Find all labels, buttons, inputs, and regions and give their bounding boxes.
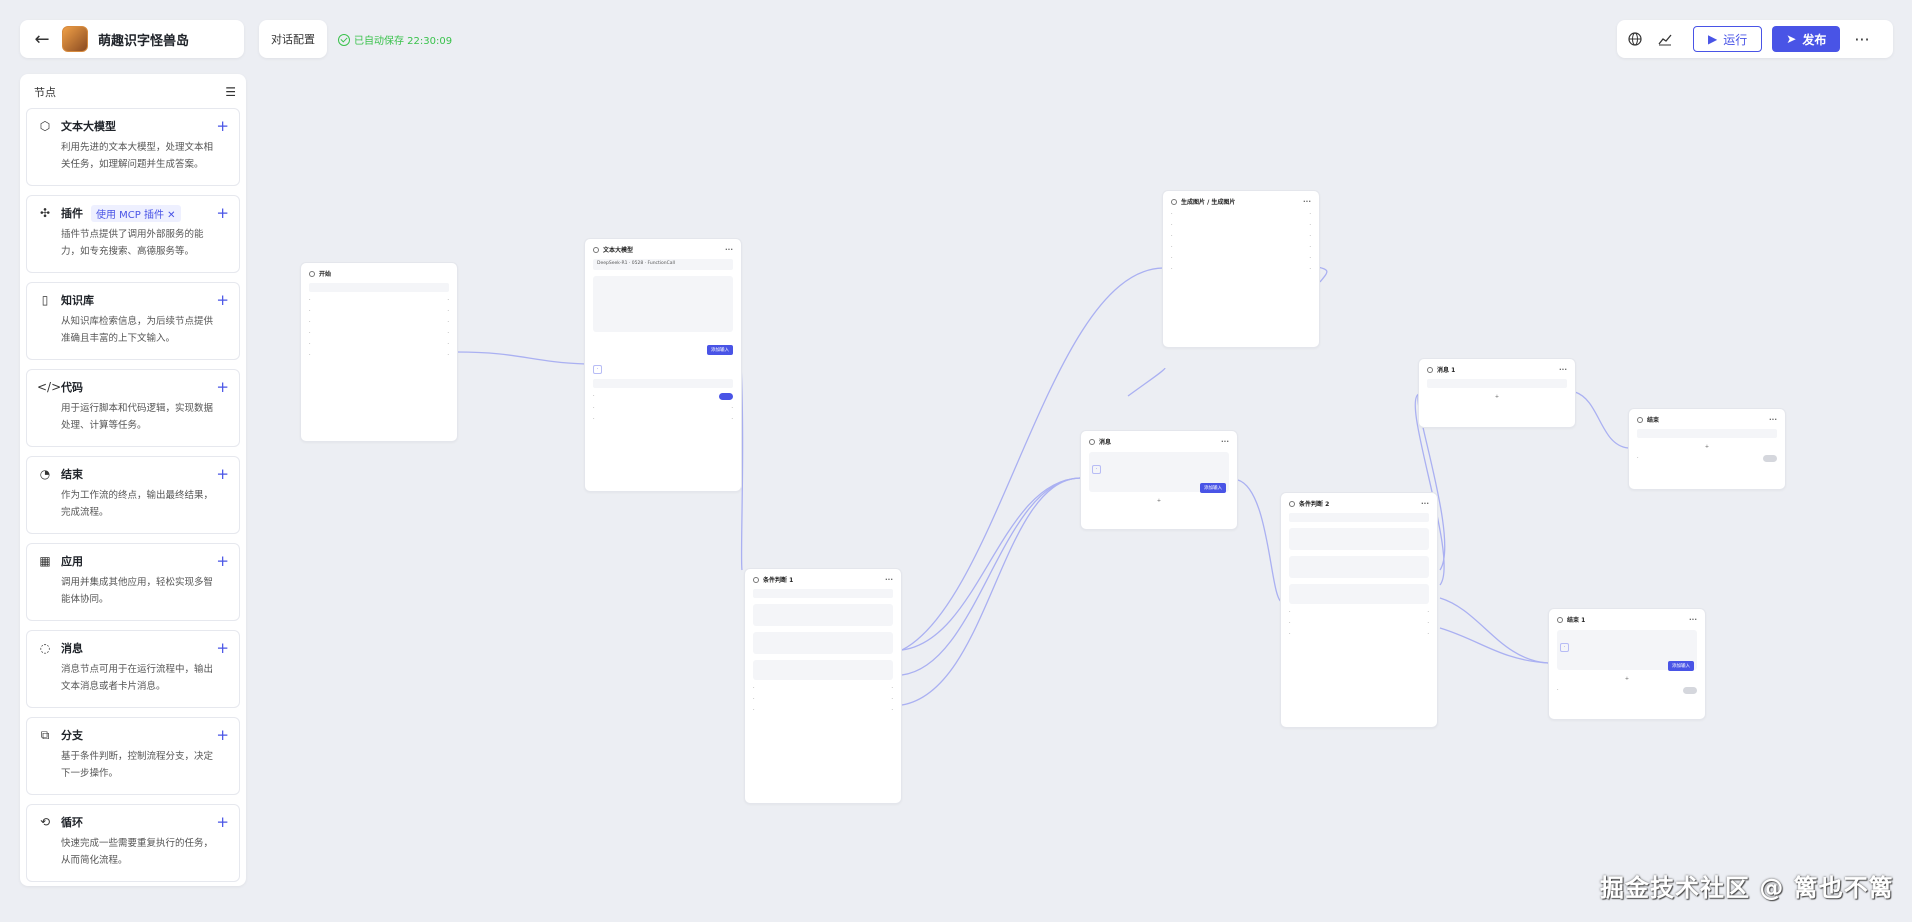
edge xyxy=(1237,479,1283,603)
message-node[interactable]: 消息 ··· · 添加输入 + xyxy=(1080,430,1238,530)
condition-box[interactable] xyxy=(1289,556,1429,578)
node-title: 生成图片 / 生成图片 xyxy=(1181,199,1236,206)
variable-chip: · xyxy=(1092,465,1102,474)
branch-icon xyxy=(753,576,759,583)
add-output-link[interactable]: + xyxy=(1557,676,1697,682)
workflow-edges xyxy=(456,265,1629,706)
node-row: · · xyxy=(1171,222,1311,228)
condition-box[interactable] xyxy=(753,632,893,654)
node-title: 条件判断 2 xyxy=(1299,501,1330,508)
llm-icon xyxy=(593,246,599,253)
edge xyxy=(901,477,1081,676)
more-icon[interactable]: ··· xyxy=(725,246,733,254)
node-field xyxy=(1289,513,1429,522)
edge xyxy=(901,477,1081,706)
node-field xyxy=(753,589,893,598)
plugin-node[interactable]: 生成图片 / 生成图片 ··· · · · · · · · · · · · · xyxy=(1162,190,1320,348)
node-row: · · xyxy=(753,707,893,713)
edge xyxy=(1127,367,1166,397)
node-field xyxy=(593,379,733,388)
message-field[interactable] xyxy=(1427,379,1567,388)
more-icon[interactable]: ··· xyxy=(1769,416,1777,424)
node-row: · · xyxy=(1171,244,1311,250)
node-row: · · xyxy=(309,341,449,347)
output-content-box[interactable]: · 添加输入 xyxy=(1557,630,1697,671)
else-box xyxy=(1289,584,1429,604)
node-row: · xyxy=(1637,455,1777,462)
node-title: 消息 xyxy=(1099,439,1112,446)
llm-node[interactable]: 文本大模型 ··· DeepSeek-R1 · 0528 · FunctionCa… xyxy=(584,238,742,492)
else-box xyxy=(753,660,893,680)
end-icon xyxy=(1557,616,1563,623)
node-row: · · xyxy=(1171,255,1311,261)
add-input-button[interactable]: 添加输入 xyxy=(707,345,733,355)
node-row: · xyxy=(593,393,733,400)
node-title: 结束 xyxy=(1647,417,1660,424)
node-row: · · xyxy=(1171,266,1311,272)
branch-node-2[interactable]: 条件判断 2 ··· · · · · · · xyxy=(1280,492,1438,728)
message-content-box[interactable]: · 添加输入 xyxy=(1089,452,1229,493)
node-row: · · xyxy=(309,308,449,314)
edge xyxy=(1574,391,1629,449)
end-node[interactable]: 结束 ··· + · xyxy=(1628,408,1786,490)
node-row: · · xyxy=(1289,620,1429,626)
node-row: · · xyxy=(753,696,893,702)
node-row: · xyxy=(1557,687,1697,694)
node-row: · · xyxy=(593,405,733,411)
add-output-link[interactable]: + xyxy=(1637,444,1777,450)
condition-box[interactable] xyxy=(1289,528,1429,550)
node-row: · · xyxy=(309,319,449,325)
variable-chip: · xyxy=(1560,643,1570,652)
node-row: · · xyxy=(309,297,449,303)
add-reply-link[interactable]: + xyxy=(1089,498,1229,504)
end-node-1[interactable]: 结束 1 ··· · 添加输入 + · xyxy=(1548,608,1706,720)
add-input-button[interactable]: 添加输入 xyxy=(1200,483,1226,493)
output-field[interactable] xyxy=(1637,429,1777,438)
condition-box[interactable] xyxy=(753,604,893,626)
edge xyxy=(1439,597,1549,664)
node-title: 消息 1 xyxy=(1437,367,1456,374)
branch-node-1[interactable]: 条件判断 1 ··· · · · · · · xyxy=(744,568,902,804)
message-icon xyxy=(1427,366,1433,373)
edge xyxy=(901,477,1081,651)
node-row: · · xyxy=(309,330,449,336)
more-icon[interactable]: ··· xyxy=(1689,616,1697,624)
node-row: · · xyxy=(1289,631,1429,637)
toggle-switch[interactable] xyxy=(1763,455,1777,462)
start-icon xyxy=(309,270,315,277)
variable-chip: · xyxy=(593,365,603,374)
more-icon[interactable]: ··· xyxy=(1221,438,1229,446)
more-icon[interactable]: ··· xyxy=(1559,366,1567,374)
start-node[interactable]: 开始 · · · · · · · · · · · · xyxy=(300,262,458,442)
node-field xyxy=(309,283,449,292)
watermark: 掘金技术社区 @ 篱也不篱 xyxy=(1600,874,1894,902)
node-title: 结束 1 xyxy=(1567,617,1586,624)
node-title: 开始 xyxy=(319,271,332,278)
branch-icon xyxy=(1289,500,1295,507)
image-icon xyxy=(1171,198,1177,205)
more-icon[interactable]: ··· xyxy=(1303,198,1311,206)
more-icon[interactable]: ··· xyxy=(1421,500,1429,508)
node-row: · · xyxy=(1289,609,1429,615)
node-row: · · xyxy=(1171,233,1311,239)
node-title: 文本大模型 xyxy=(603,247,634,254)
model-select[interactable]: DeepSeek-R1 · 0528 · FunctionCall xyxy=(593,259,733,270)
node-row: · · xyxy=(753,685,893,691)
more-icon[interactable]: ··· xyxy=(885,576,893,584)
toggle-switch[interactable] xyxy=(719,393,733,400)
add-reply-link[interactable]: + xyxy=(1427,394,1567,400)
node-row: · · xyxy=(1171,211,1311,217)
message-node-1[interactable]: 消息 1 ··· + xyxy=(1418,358,1576,428)
add-input-button[interactable]: 添加输入 xyxy=(1668,661,1694,671)
node-row: · · xyxy=(593,416,733,422)
node-title: 条件判断 1 xyxy=(763,577,794,584)
edge xyxy=(456,351,587,365)
toggle-switch[interactable] xyxy=(1683,687,1697,694)
prompt-box[interactable] xyxy=(593,276,733,332)
end-icon xyxy=(1637,416,1643,423)
edge xyxy=(1439,627,1549,664)
node-row: · · xyxy=(309,352,449,358)
message-icon xyxy=(1089,438,1095,445)
